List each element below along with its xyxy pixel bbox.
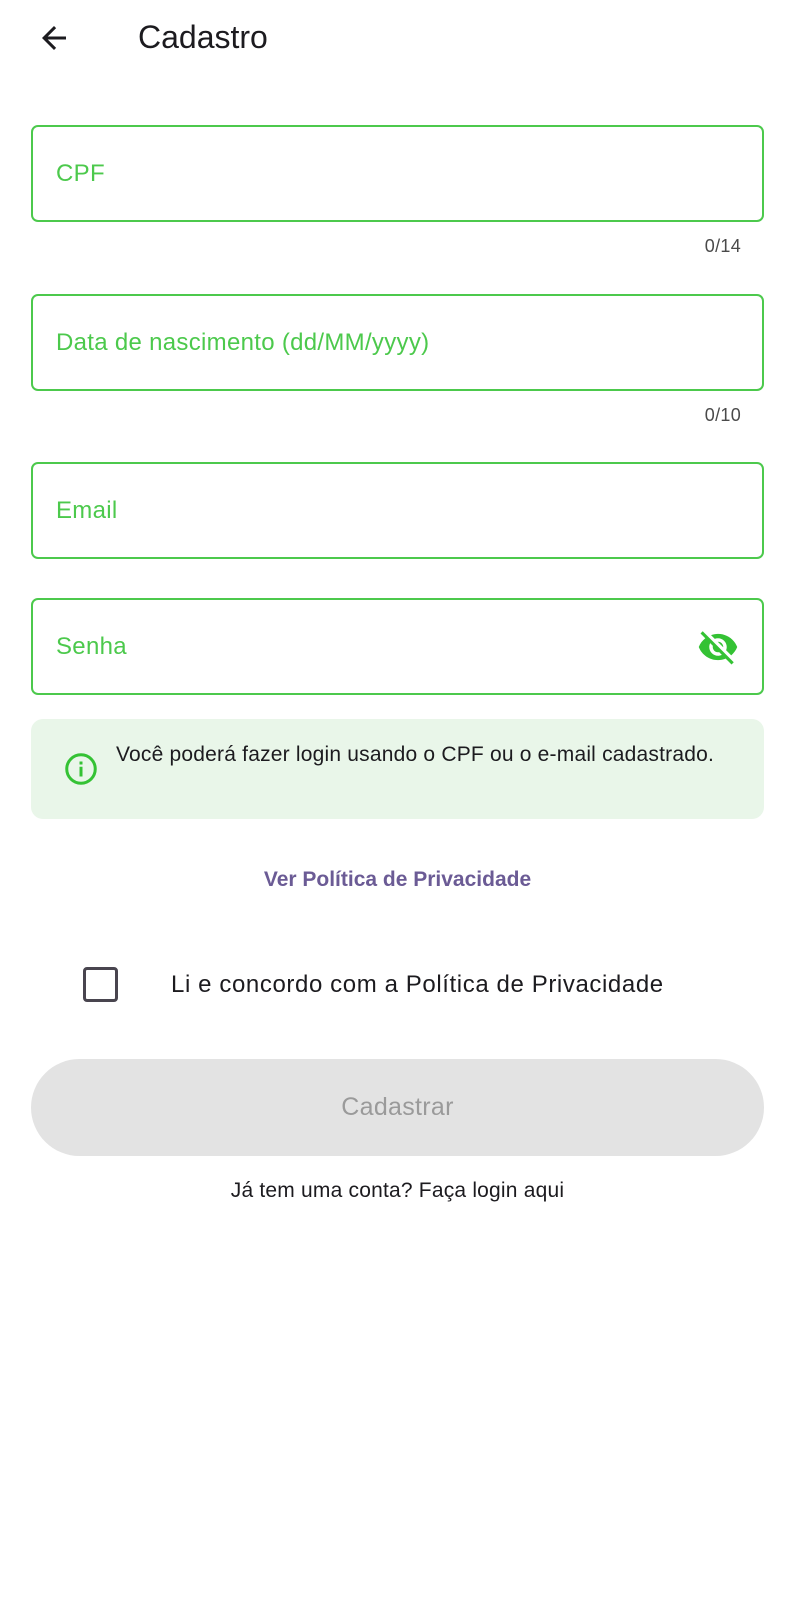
submit-button-label: Cadastrar [341, 1093, 454, 1121]
agree-checkbox[interactable] [83, 967, 118, 1002]
arrow-back-icon [42, 26, 66, 50]
info-text: Você poderá fazer login usando o CPF ou … [116, 743, 715, 766]
app-bar: Cadastro [0, 0, 795, 76]
birth-date-field[interactable]: Data de nascimento (dd/MM/yyyy) [31, 294, 764, 391]
privacy-policy-link[interactable]: Ver Política de Privacidade [0, 868, 795, 892]
password-visibility-toggle[interactable] [696, 626, 740, 668]
email-field[interactable]: Email [31, 462, 764, 559]
back-button[interactable] [30, 17, 78, 59]
submit-button[interactable]: Cadastrar [31, 1059, 764, 1156]
page-title: Cadastro [138, 19, 268, 55]
cpf-placeholder: CPF [56, 159, 105, 187]
birth-date-placeholder: Data de nascimento (dd/MM/yyyy) [56, 328, 430, 356]
cpf-counter: 0/14 [704, 236, 741, 256]
login-link[interactable]: Já tem uma conta? Faça login aqui [0, 1179, 795, 1203]
email-placeholder: Email [56, 496, 118, 524]
cpf-field[interactable]: CPF [31, 125, 764, 222]
agree-label[interactable]: Li e concordo com a Política de Privacid… [171, 950, 664, 1020]
info-icon [65, 753, 97, 785]
visibility-off-icon [698, 631, 738, 665]
password-placeholder: Senha [56, 632, 127, 660]
password-field[interactable]: Senha [31, 598, 764, 695]
birth-date-counter: 0/10 [704, 405, 741, 425]
info-box: Você poderá fazer login usando o CPF ou … [31, 719, 764, 819]
agree-row: Li e concordo com a Política de Privacid… [60, 950, 760, 1020]
